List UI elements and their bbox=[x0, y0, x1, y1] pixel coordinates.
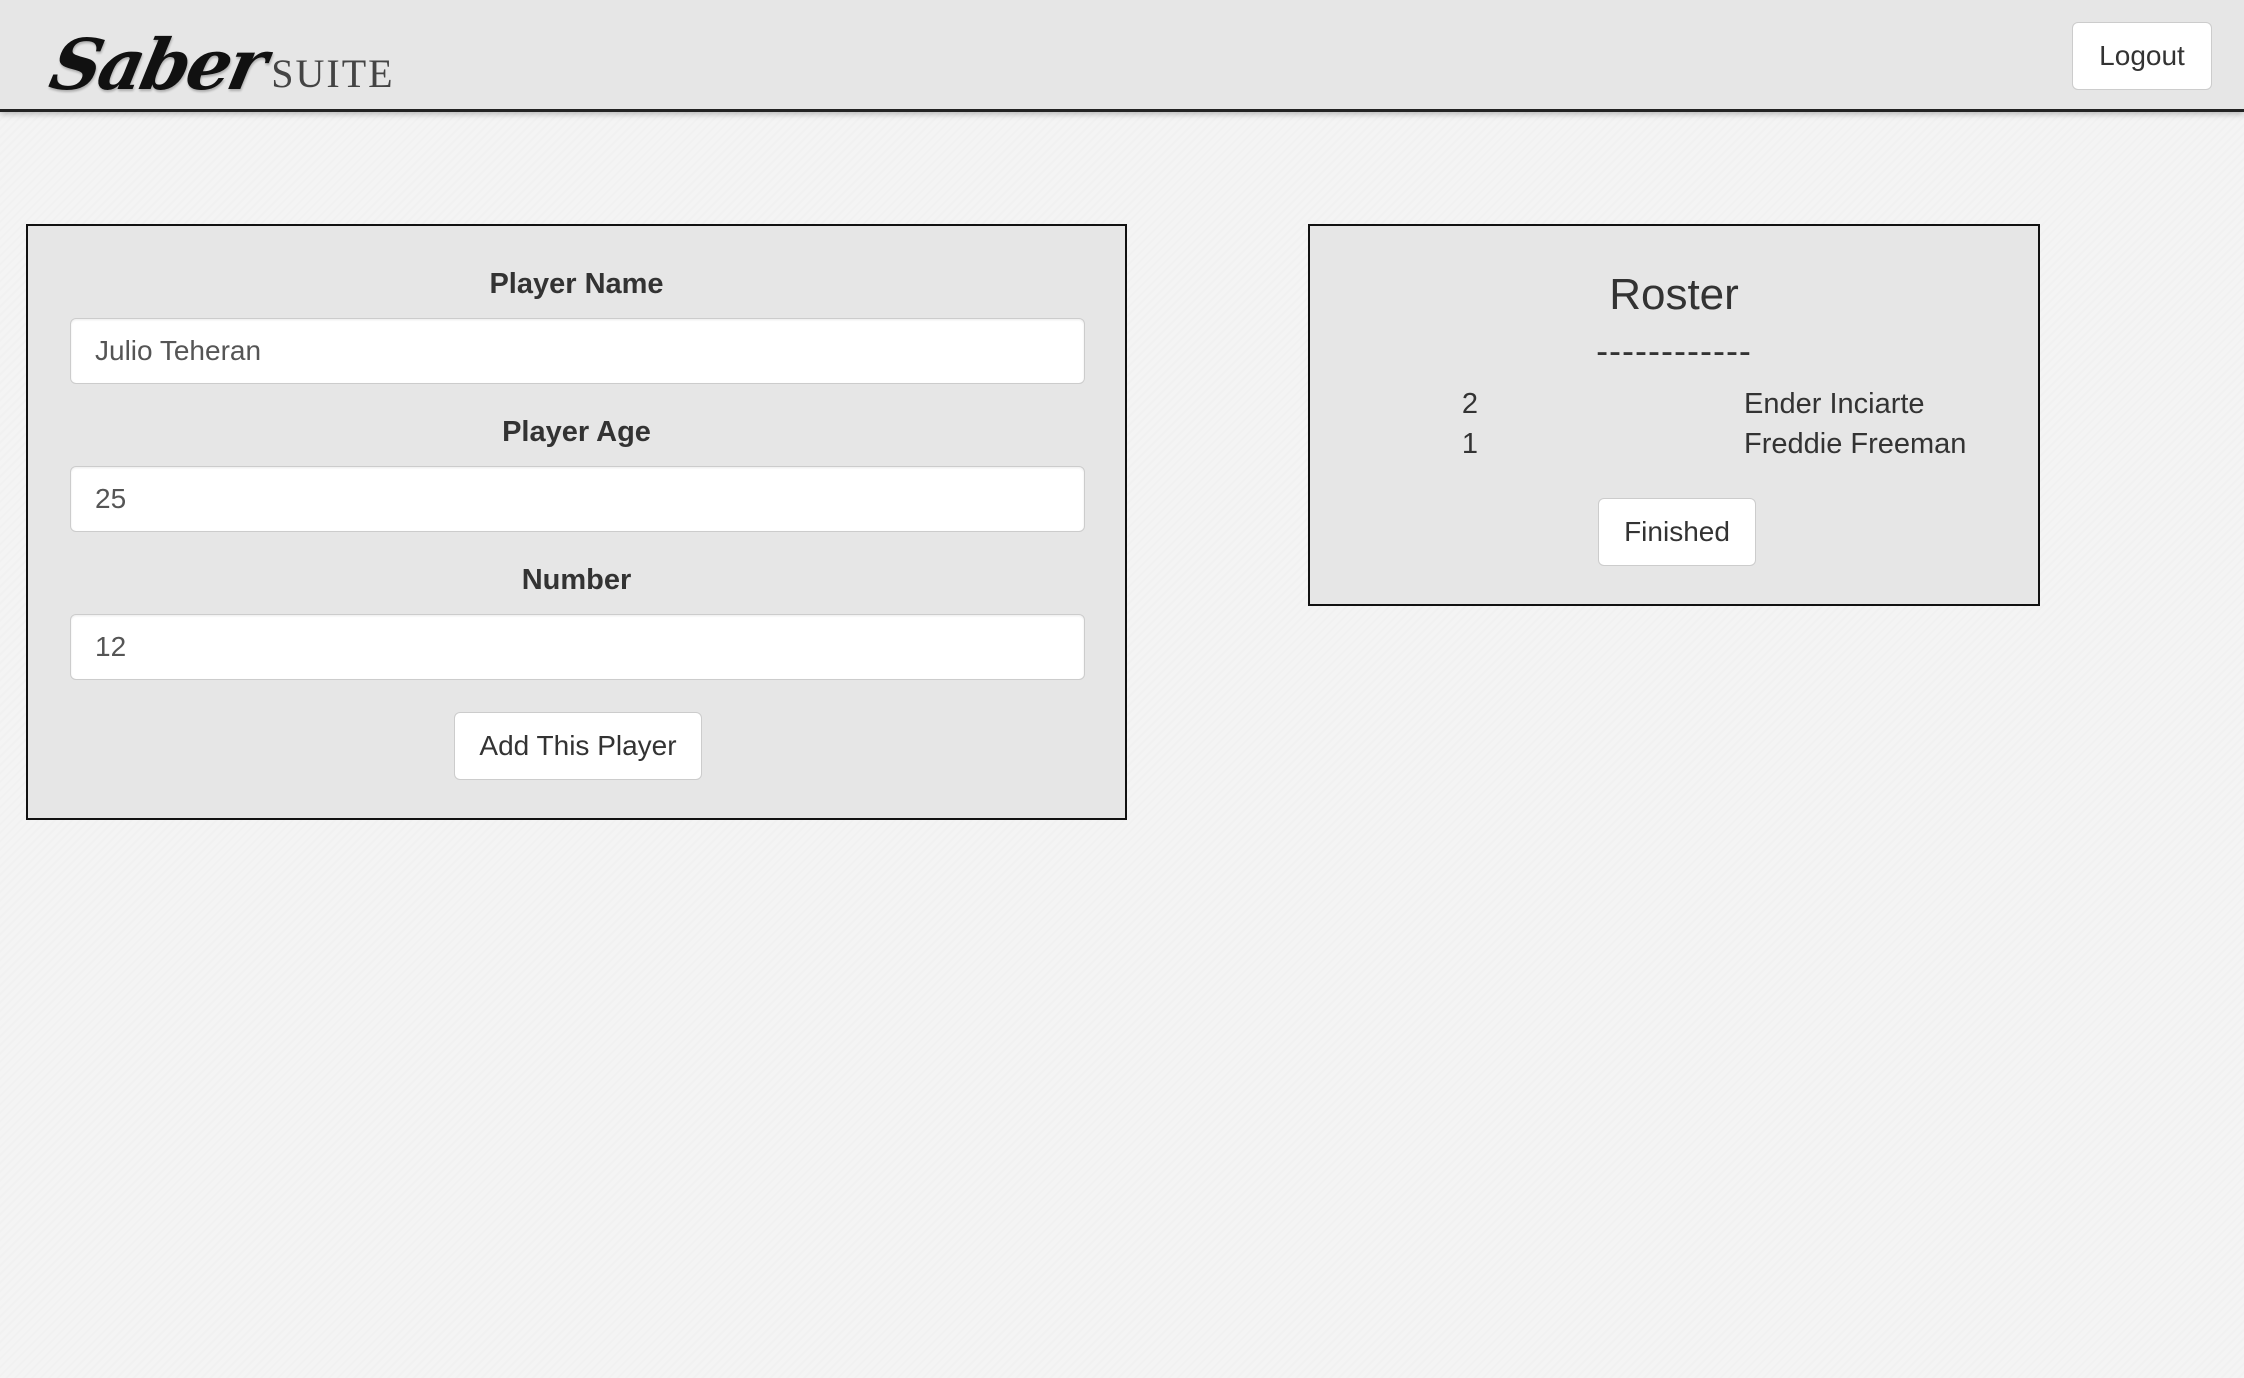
brand-logo[interactable]: Saber SUITE bbox=[43, 10, 395, 106]
finished-button[interactable]: Finished bbox=[1598, 498, 1756, 566]
player-name-label: Player Name bbox=[489, 268, 664, 300]
roster-player-name: Freddie Freeman bbox=[1744, 428, 1967, 460]
roster-player-number: 2 bbox=[1461, 388, 1479, 420]
number-label: Number bbox=[521, 564, 632, 596]
player-age-input[interactable] bbox=[70, 466, 1085, 532]
add-player-button[interactable]: Add This Player bbox=[454, 712, 702, 780]
roster-title: Roster bbox=[1609, 270, 1739, 319]
player-age-label: Player Age bbox=[502, 416, 651, 448]
top-navbar: Saber SUITE Logout bbox=[0, 0, 2244, 112]
brand-logo-suite: SUITE bbox=[271, 51, 395, 96]
roster-divider: ------------ bbox=[1596, 330, 1752, 371]
brand-logo-script: Saber bbox=[43, 23, 273, 106]
roster-player-name: Ender Inciarte bbox=[1744, 388, 1925, 420]
logout-button[interactable]: Logout bbox=[2072, 22, 2212, 90]
roster-row: 1 Freddie Freeman bbox=[1310, 428, 2038, 468]
roster-player-number: 1 bbox=[1461, 428, 1479, 460]
roster-panel: Roster ------------ 2 Ender Inciarte 1 F… bbox=[1308, 224, 2040, 606]
number-input[interactable] bbox=[70, 614, 1085, 680]
roster-row: 2 Ender Inciarte bbox=[1310, 388, 2038, 428]
add-player-form: Player Name Player Age Number Add This P… bbox=[26, 224, 1127, 820]
player-name-input[interactable] bbox=[70, 318, 1085, 384]
